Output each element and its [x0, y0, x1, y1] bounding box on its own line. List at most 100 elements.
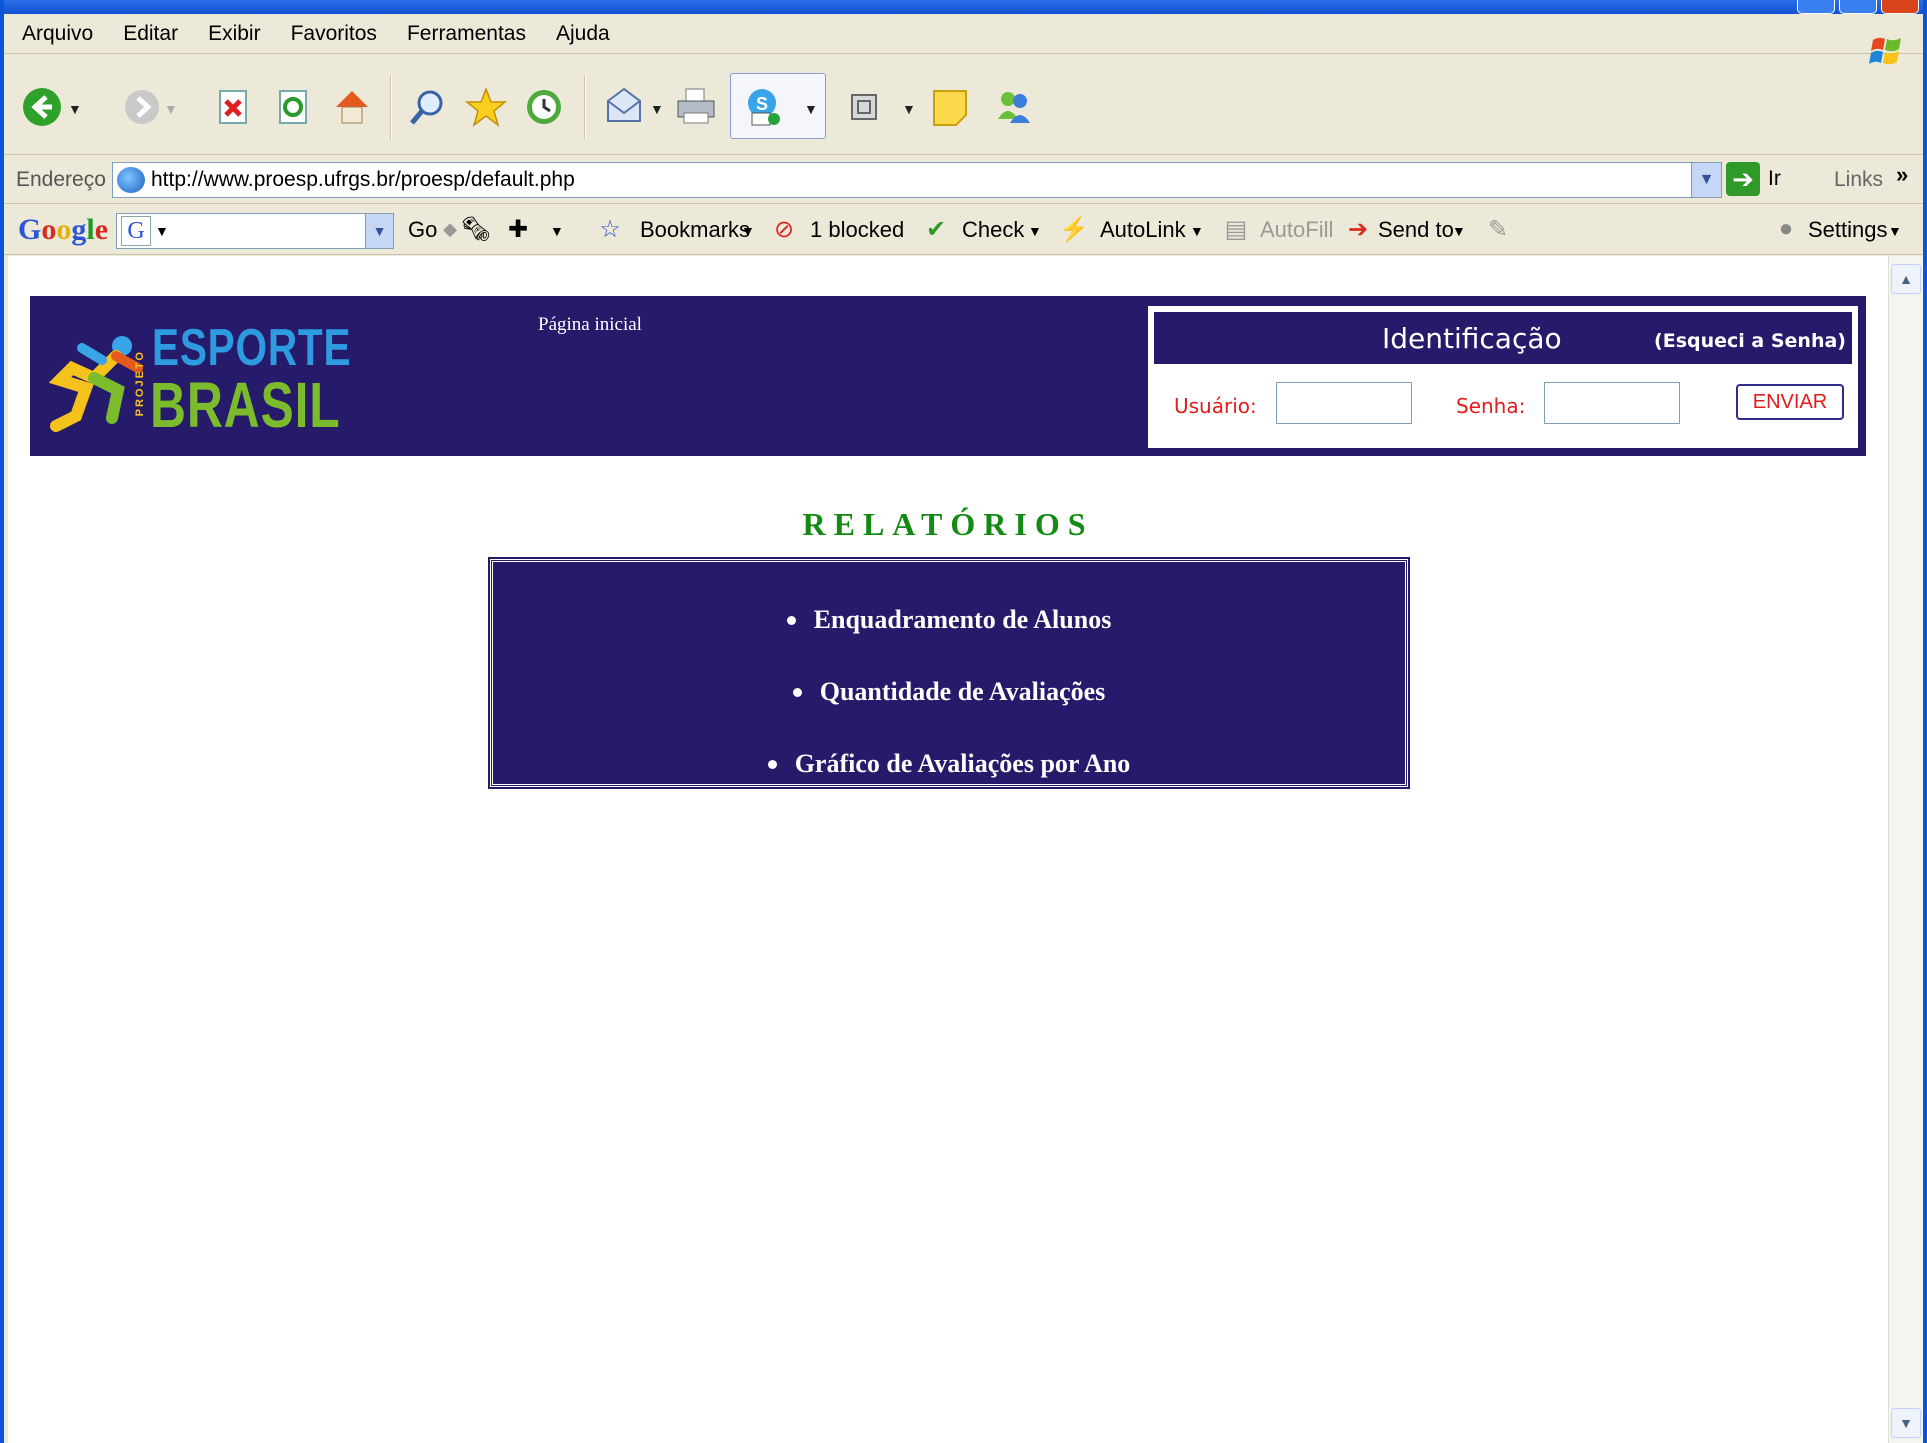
google-logo[interactable]: Google: [18, 213, 108, 247]
login-title: Identificação: [1382, 322, 1562, 355]
maximize-button[interactable]: [1839, 0, 1877, 14]
links-chevron-icon[interactable]: »: [1896, 162, 1908, 188]
toolbar-separator: [390, 75, 392, 139]
puzzle-dropdown-icon[interactable]: ▼: [550, 223, 564, 239]
puzzle-icon[interactable]: ✚: [504, 215, 532, 243]
note-icon[interactable]: [928, 85, 972, 129]
report-link[interactable]: Gráfico de Avaliações por Ano: [795, 749, 1131, 779]
mail-icon[interactable]: [602, 85, 646, 129]
go-button[interactable]: ➔ Ir: [1726, 162, 1781, 196]
google-logo-letter: o: [56, 213, 72, 246]
news-icon[interactable]: 🗞: [461, 215, 491, 243]
popup-blocker-icon[interactable]: ⊘: [770, 215, 798, 243]
reports-title: RELATÓRIOS: [802, 506, 1094, 542]
title-bar: [4, 0, 1923, 14]
skype-icon[interactable]: S: [742, 85, 786, 129]
forgot-password-link[interactable]: (Esqueci a Senha): [1654, 330, 1846, 352]
report-item-enquadramento[interactable]: Enquadramento de Alunos: [493, 584, 1405, 656]
forward-icon[interactable]: [120, 85, 164, 129]
menu-ajuda[interactable]: Ajuda: [556, 22, 610, 46]
check-button[interactable]: Check: [962, 217, 1024, 243]
history-icon[interactable]: [522, 85, 566, 129]
google-search-input[interactable]: G ▼ ▼: [116, 213, 394, 249]
autolink-button[interactable]: AutoLink: [1100, 217, 1186, 243]
scroll-down-button[interactable]: ▼: [1891, 1408, 1921, 1438]
settings-dropdown-icon[interactable]: ▼: [1888, 223, 1902, 239]
send-to-icon[interactable]: ➔: [1344, 215, 1372, 243]
print-icon[interactable]: [674, 85, 718, 129]
bookmarks-star-icon[interactable]: ☆: [596, 215, 624, 243]
vertical-scrollbar[interactable]: ▲ ▼: [1888, 256, 1923, 1443]
close-button[interactable]: [1881, 0, 1919, 14]
bullet-icon: [792, 687, 802, 697]
bookmarks-button[interactable]: Bookmarks: [640, 217, 750, 243]
back-icon[interactable]: [20, 85, 64, 129]
address-url[interactable]: http://www.proesp.ufrgs.br/proesp/defaul…: [151, 168, 575, 192]
search-icon[interactable]: [406, 85, 450, 129]
home-link[interactable]: Página inicial: [538, 314, 642, 336]
links-label[interactable]: Links: [1834, 168, 1883, 192]
password-input[interactable]: [1544, 382, 1680, 424]
address-input[interactable]: http://www.proesp.ufrgs.br/proesp/defaul…: [112, 162, 1722, 198]
autofill-icon[interactable]: ▤: [1222, 215, 1250, 243]
bullet-icon: [786, 615, 796, 625]
refresh-icon[interactable]: [272, 85, 316, 129]
stop-icon[interactable]: [212, 85, 256, 129]
minimize-button[interactable]: [1797, 0, 1835, 14]
check-dropdown-icon[interactable]: ▼: [1028, 223, 1042, 239]
google-toolbar: Google G ▼ ▼ Go ◆ 🗞 ✚ ▼ ☆ Bookmarks ▼ ⊘ …: [4, 205, 1923, 255]
address-dropdown-icon[interactable]: ▼: [1691, 163, 1721, 197]
highlighter-icon[interactable]: ✎: [1484, 215, 1512, 243]
login-header: Identificação (Esqueci a Senha): [1154, 312, 1852, 364]
ie-page-icon: [117, 167, 145, 193]
send-button[interactable]: ENVIAR: [1736, 384, 1844, 420]
menu-arquivo[interactable]: Arquivo: [22, 22, 93, 46]
google-g-icon[interactable]: G: [121, 216, 151, 246]
report-link[interactable]: Enquadramento de Alunos: [814, 605, 1112, 635]
autolink-wand-icon[interactable]: ⚡: [1059, 215, 1089, 243]
google-search-dropdown-icon[interactable]: ▼: [365, 214, 393, 248]
skype-dropdown-icon[interactable]: ▼: [804, 101, 818, 117]
report-item-grafico[interactable]: Gráfico de Avaliações por Ano: [493, 728, 1405, 800]
password-label: Senha:: [1456, 394, 1526, 418]
menu-ferramentas[interactable]: Ferramentas: [407, 22, 526, 46]
send-to-dropdown-icon[interactable]: ▼: [1452, 223, 1466, 239]
report-item-quantidade[interactable]: Quantidade de Avaliações: [493, 656, 1405, 728]
esporte-brasil-logo[interactable]: PROJETO ESPORTE BRASIL: [42, 310, 351, 441]
logo-text-bottom: BRASIL: [150, 369, 341, 441]
username-input[interactable]: [1276, 382, 1412, 424]
browser-window: Arquivo Editar Exibir Favoritos Ferramen…: [0, 0, 1927, 1443]
menu-exibir[interactable]: Exibir: [208, 22, 261, 46]
logo-vertical-text: PROJETO: [134, 350, 146, 417]
scroll-up-button[interactable]: ▲: [1891, 264, 1921, 294]
google-g-dropdown-icon[interactable]: ▼: [155, 223, 169, 239]
report-link[interactable]: Quantidade de Avaliações: [820, 677, 1106, 707]
google-go-button[interactable]: Go: [408, 217, 437, 243]
favorites-icon[interactable]: [464, 85, 508, 129]
menu-bar: Arquivo Editar Exibir Favoritos Ferramen…: [4, 14, 1923, 65]
settings-button[interactable]: Settings: [1808, 217, 1888, 243]
bookmarks-dropdown-icon[interactable]: ▼: [741, 223, 755, 239]
spellcheck-icon[interactable]: ✔: [922, 215, 950, 243]
home-icon[interactable]: [330, 85, 374, 129]
settings-icon[interactable]: ●: [1772, 215, 1800, 243]
menu-editar[interactable]: Editar: [123, 22, 178, 46]
go-label[interactable]: Ir: [1768, 167, 1781, 191]
autofill-button[interactable]: AutoFill: [1260, 217, 1333, 243]
blocked-counter[interactable]: 1 blocked: [810, 217, 904, 243]
window-controls: [1797, 0, 1919, 14]
send-to-button[interactable]: Send to: [1378, 217, 1454, 243]
autolink-dropdown-icon[interactable]: ▼: [1190, 223, 1204, 239]
google-logo-letter: l: [86, 213, 95, 246]
standard-toolbar: ▼ ▼ ▼ S ▼ ▼: [4, 55, 1923, 155]
menu-favoritos[interactable]: Favoritos: [291, 22, 377, 46]
window-icon[interactable]: [842, 85, 886, 129]
forward-dropdown-icon[interactable]: ▼: [164, 101, 178, 117]
go-arrow-icon[interactable]: ➔: [1726, 162, 1760, 196]
svg-text:S: S: [756, 94, 768, 114]
back-dropdown-icon[interactable]: ▼: [68, 101, 82, 117]
google-logo-letter: G: [18, 213, 42, 246]
window-dropdown-icon[interactable]: ▼: [902, 101, 916, 117]
mail-dropdown-icon[interactable]: ▼: [650, 101, 664, 117]
messenger-icon[interactable]: [992, 85, 1036, 129]
